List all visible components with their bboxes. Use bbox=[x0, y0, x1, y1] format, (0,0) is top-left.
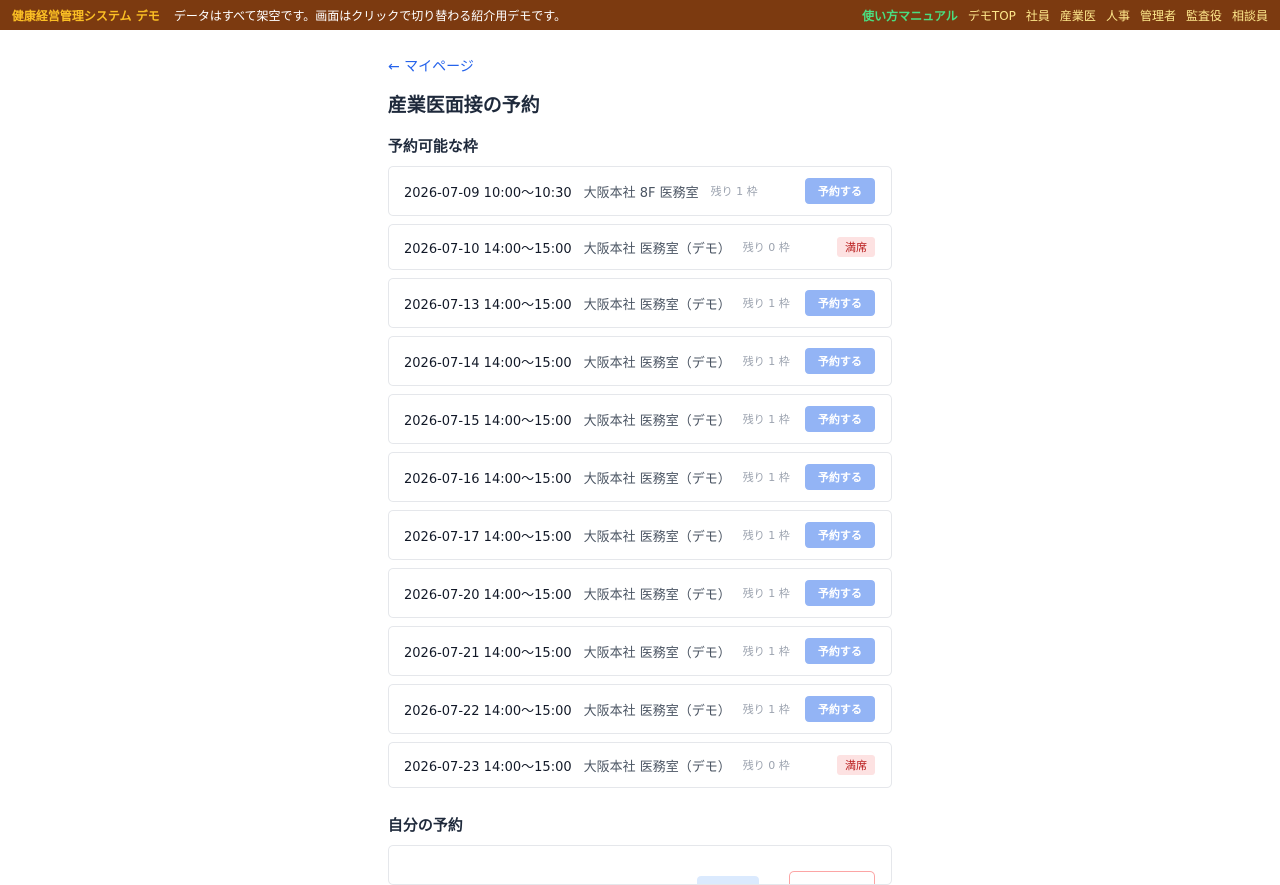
slot-location: 大阪本社 医務室（デモ） bbox=[583, 355, 731, 371]
slot-datetime: 2026-07-20 14:00〜15:00 bbox=[404, 587, 572, 603]
demo-notice: データはすべて架空です。画面はクリックで切り替わる紹介用デモです。 bbox=[173, 8, 567, 23]
my-reservation-status-badge bbox=[697, 876, 759, 884]
slot-row: 2026-07-15 14:00〜15:00 大阪本社 医務室（デモ） 残り 1 枠… bbox=[388, 394, 892, 444]
slot-list: 2026-07-09 10:00〜10:30 大阪本社 8F 医務室 残り 1 枠予… bbox=[388, 166, 892, 788]
slot-datetime: 2026-07-16 14:00〜15:00 bbox=[404, 471, 572, 487]
nav-link-occupational-physician[interactable]: 産業医 bbox=[1060, 7, 1096, 24]
slot-location: 大阪本社 医務室（デモ） bbox=[583, 241, 731, 257]
slot-datetime: 2026-07-09 10:00〜10:30 bbox=[404, 185, 572, 201]
slot-location: 大阪本社 医務室（デモ） bbox=[583, 587, 731, 603]
slot-remaining: 残り 1 枠 bbox=[742, 297, 790, 310]
reserve-button[interactable]: 予約する bbox=[805, 464, 875, 490]
slot-row: 2026-07-22 14:00〜15:00 大阪本社 医務室（デモ） 残り 1 枠… bbox=[388, 684, 892, 734]
slot-datetime: 2026-07-21 14:00〜15:00 bbox=[404, 645, 572, 661]
slot-location: 大阪本社 医務室（デモ） bbox=[583, 297, 731, 313]
slot-remaining: 残り 1 枠 bbox=[742, 355, 790, 368]
slot-remaining: 残り 1 枠 bbox=[742, 587, 790, 600]
slot-row: 2026-07-17 14:00〜15:00 大阪本社 医務室（デモ） 残り 1 枠… bbox=[388, 510, 892, 560]
reserve-button[interactable]: 予約する bbox=[805, 348, 875, 374]
slot-datetime: 2026-07-23 14:00〜15:00 bbox=[404, 759, 572, 775]
nav-link-demo-top[interactable]: デモTOP bbox=[968, 7, 1016, 24]
slot-datetime: 2026-07-13 14:00〜15:00 bbox=[404, 297, 572, 313]
reserve-button[interactable]: 予約する bbox=[805, 696, 875, 722]
slot-datetime: 2026-07-10 14:00〜15:00 bbox=[404, 241, 572, 257]
slot-location: 大阪本社 8F 医務室 bbox=[583, 185, 699, 201]
slot-row: 2026-07-21 14:00〜15:00 大阪本社 医務室（デモ） 残り 1 枠… bbox=[388, 626, 892, 676]
slot-row: 2026-07-16 14:00〜15:00 大阪本社 医務室（デモ） 残り 1 枠… bbox=[388, 452, 892, 502]
slot-row: 2026-07-09 10:00〜10:30 大阪本社 8F 医務室 残り 1 枠 予… bbox=[388, 166, 892, 216]
nav-link-admin[interactable]: 管理者 bbox=[1140, 7, 1176, 24]
slot-datetime: 2026-07-17 14:00〜15:00 bbox=[404, 529, 572, 545]
slot-datetime: 2026-07-14 14:00〜15:00 bbox=[404, 355, 572, 371]
top-bar: 健康経営管理システム デモ データはすべて架空です。画面はクリックで切り替わる紹… bbox=[0, 0, 1280, 30]
slot-remaining: 残り 1 枠 bbox=[710, 185, 758, 198]
slot-location: 大阪本社 医務室（デモ） bbox=[583, 703, 731, 719]
slot-row: 2026-07-23 14:00〜15:00 大阪本社 医務室（デモ） 残り 0 枠… bbox=[388, 742, 892, 788]
my-reservations-heading: 自分の予約 bbox=[388, 816, 464, 834]
nav-link-manual[interactable]: 使い方マニュアル bbox=[862, 7, 958, 24]
app-brand: 健康経営管理システム デモ bbox=[12, 8, 160, 23]
slot-remaining: 残り 0 枠 bbox=[742, 241, 790, 254]
full-badge: 満席 bbox=[837, 237, 875, 257]
reserve-button[interactable]: 予約する bbox=[805, 290, 875, 316]
slot-row: 2026-07-13 14:00〜15:00 大阪本社 医務室（デモ） 残り 1 枠… bbox=[388, 278, 892, 328]
slot-location: 大阪本社 医務室（デモ） bbox=[583, 471, 731, 487]
slot-remaining: 残り 1 枠 bbox=[742, 529, 790, 542]
slot-remaining: 残り 0 枠 bbox=[742, 759, 790, 772]
my-reservation-card bbox=[388, 845, 892, 885]
full-badge: 満席 bbox=[837, 755, 875, 775]
nav-link-auditor[interactable]: 監査役 bbox=[1186, 7, 1222, 24]
reserve-button[interactable]: 予約する bbox=[805, 638, 875, 664]
slot-row: 2026-07-20 14:00〜15:00 大阪本社 医務室（デモ） 残り 1 枠… bbox=[388, 568, 892, 618]
available-slots-heading: 予約可能な枠 bbox=[388, 137, 479, 155]
reserve-button[interactable]: 予約する bbox=[805, 406, 875, 432]
back-to-mypage-link[interactable]: ← マイページ bbox=[388, 56, 474, 76]
slot-remaining: 残り 1 枠 bbox=[742, 413, 790, 426]
slot-location: 大阪本社 医務室（デモ） bbox=[583, 645, 731, 661]
nav-link-hr[interactable]: 人事 bbox=[1106, 7, 1130, 24]
top-nav: 使い方マニュアル デモTOP 社員 産業医 人事 管理者 監査役 相談員 bbox=[862, 7, 1268, 24]
reserve-button[interactable]: 予約する bbox=[805, 580, 875, 606]
nav-link-employee[interactable]: 社員 bbox=[1026, 7, 1050, 24]
my-reservation-cancel-button[interactable] bbox=[789, 871, 875, 884]
slot-location: 大阪本社 医務室（デモ） bbox=[583, 413, 731, 429]
slot-remaining: 残り 1 枠 bbox=[742, 471, 790, 484]
nav-link-counselor[interactable]: 相談員 bbox=[1232, 7, 1268, 24]
slot-location: 大阪本社 医務室（デモ） bbox=[583, 759, 731, 775]
main-content: ← マイページ 産業医面接の予約 予約可能な枠 2026-07-09 10:00… bbox=[388, 30, 892, 885]
reserve-button[interactable]: 予約する bbox=[805, 522, 875, 548]
slot-remaining: 残り 1 枠 bbox=[742, 703, 790, 716]
slot-row: 2026-07-14 14:00〜15:00 大阪本社 医務室（デモ） 残り 1 枠… bbox=[388, 336, 892, 386]
slot-row: 2026-07-10 14:00〜15:00 大阪本社 医務室（デモ） 残り 0 枠… bbox=[388, 224, 892, 270]
page-title: 産業医面接の予約 bbox=[388, 94, 541, 116]
slot-location: 大阪本社 医務室（デモ） bbox=[583, 529, 731, 545]
slot-datetime: 2026-07-15 14:00〜15:00 bbox=[404, 413, 572, 429]
slot-datetime: 2026-07-22 14:00〜15:00 bbox=[404, 703, 572, 719]
reserve-button[interactable]: 予約する bbox=[805, 178, 875, 204]
slot-remaining: 残り 1 枠 bbox=[742, 645, 790, 658]
